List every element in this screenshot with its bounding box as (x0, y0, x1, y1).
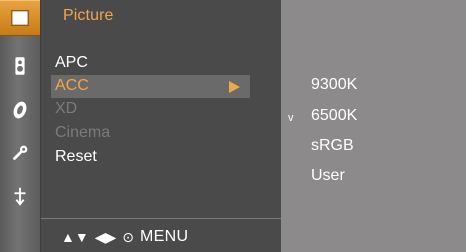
submenu-item-label: User (311, 167, 345, 184)
page-title: Picture (63, 7, 114, 24)
menu-item-label: Reset (55, 148, 97, 165)
menu-divider (41, 218, 281, 219)
updown-icon: ▲▼ (61, 229, 89, 245)
selected-check-icon: v (288, 112, 294, 124)
submenu-item-srgb[interactable]: sRGB (311, 137, 354, 155)
ok-icon: ⊙ (122, 228, 134, 245)
menu-item-reset[interactable]: Reset (55, 147, 97, 167)
menu-item-label: Cinema (55, 124, 111, 141)
submenu-item-user[interactable]: User (311, 167, 345, 185)
submenu-item-6500k[interactable]: 6500K (311, 107, 357, 125)
picture-icon (11, 9, 29, 27)
submenu-item-label: 6500K (311, 107, 358, 124)
menu-item-label: ACC (55, 77, 89, 94)
submenu-item-9300k[interactable]: 9300K (311, 76, 357, 94)
sidebar-item-time[interactable] (0, 92, 40, 128)
sidebar-item-input[interactable] (0, 178, 40, 214)
menu-item-cinema: Cinema (55, 123, 110, 143)
menu-item-label: XD (55, 100, 78, 117)
submenu-panel (281, 0, 466, 252)
submenu-arrow-icon (229, 81, 240, 93)
submenu-item-label: 9300K (311, 76, 358, 93)
sidebar-item-picture[interactable] (0, 0, 40, 36)
menu-item-acc[interactable]: ACC (55, 76, 89, 96)
menu-item-label: APC (55, 54, 88, 71)
bottom-navigation-hint: ▲▼ ◀▶ ⊙ MENU (61, 228, 188, 246)
category-sidebar (0, 0, 41, 252)
menu-hint-label: MENU (140, 228, 189, 245)
input-icon (14, 187, 26, 206)
menu-item-xd: XD (55, 99, 77, 119)
osd-screen: Picture APC ACC XD Cinema Reset ▲▼ ◀▶ ⊙ … (0, 0, 466, 252)
sidebar-item-audio[interactable] (0, 48, 40, 84)
audio-icon (15, 57, 25, 75)
leftright-icon: ◀▶ (94, 228, 117, 245)
menu-item-apc[interactable]: APC (55, 53, 88, 73)
submenu-item-label: sRGB (311, 137, 354, 154)
sidebar-item-option[interactable] (0, 135, 40, 171)
option-icon (13, 145, 28, 160)
time-icon (13, 101, 27, 119)
